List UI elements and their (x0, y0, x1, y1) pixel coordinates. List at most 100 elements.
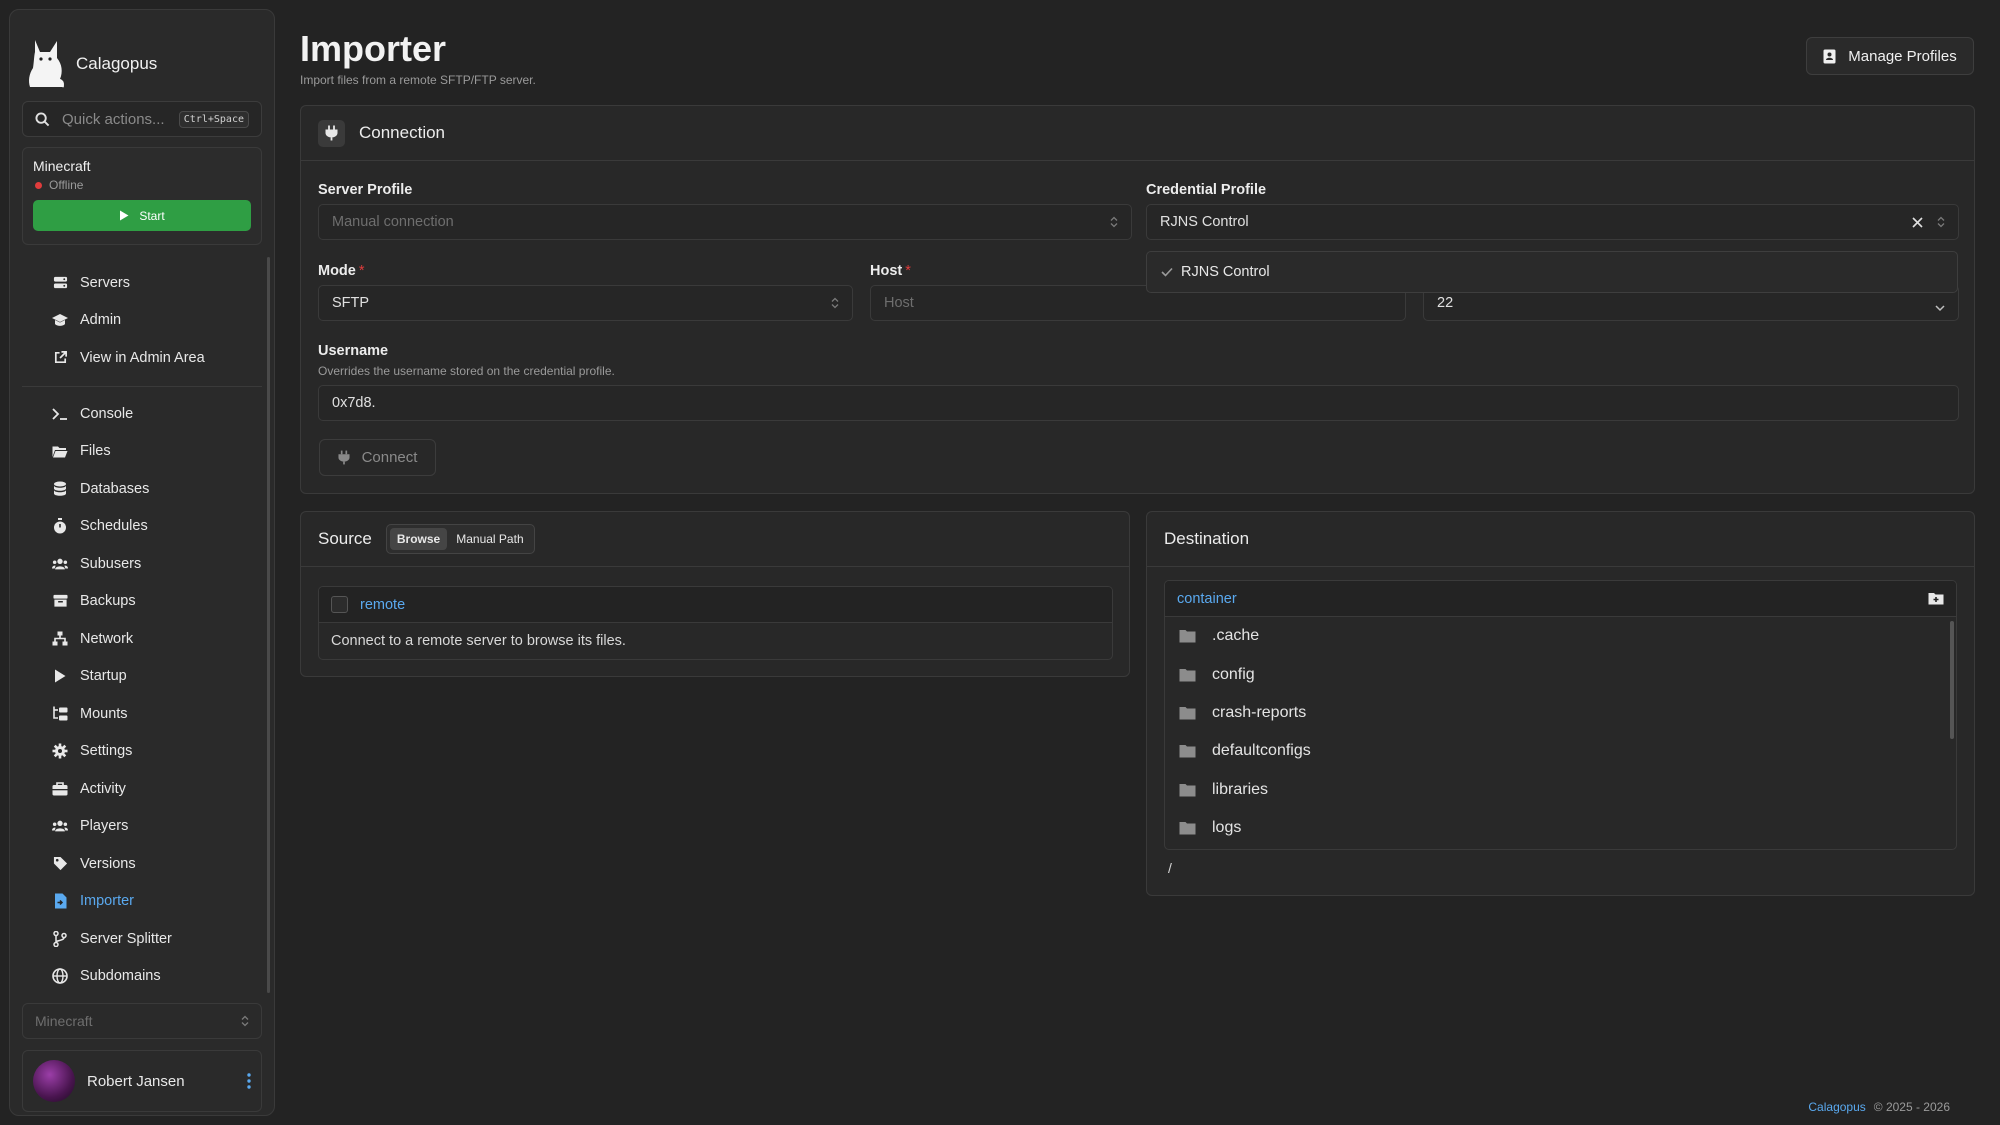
source-empty-message: Connect to a remote server to browse its… (331, 633, 626, 649)
chevron-down-icon[interactable] (1935, 304, 1945, 312)
footer: Calagopus © 2025 - 2026 (1808, 1100, 1950, 1114)
sidebar-scrollbar[interactable] (267, 257, 270, 993)
server-profile-select[interactable]: Manual connection (318, 204, 1132, 240)
credential-profile-select[interactable]: RJNS Control (1146, 204, 1959, 240)
clear-icon[interactable] (1912, 216, 1923, 228)
terminal-icon (52, 406, 68, 422)
chevron-updown-icon (241, 1015, 249, 1027)
play-icon (52, 668, 68, 684)
users-icon (52, 818, 68, 834)
profile-book-icon (1823, 49, 1836, 64)
folder-row[interactable]: crash-reports (1165, 694, 1956, 732)
chevron-updown-icon (1110, 216, 1118, 228)
port-value: 22 (1437, 295, 1454, 311)
source-title: Source (318, 529, 372, 548)
user-card[interactable]: Robert Jansen (22, 1050, 262, 1112)
sidebar-item-mounts[interactable]: Mounts (32, 695, 262, 733)
sidebar: Calagopus Quick actions... Ctrl+Space Mi… (9, 9, 275, 1116)
connect-button[interactable]: Connect (319, 439, 436, 476)
server-status: Offline (33, 178, 251, 192)
sidebar-item-settings[interactable]: Settings (32, 733, 262, 771)
server-select[interactable]: Minecraft (22, 1003, 262, 1039)
folder-icon (1179, 706, 1196, 720)
username-hint: Overrides the username stored on the cre… (318, 364, 615, 378)
destination-scrollbar[interactable] (1950, 621, 1954, 739)
dropdown-option[interactable]: RJNS Control (1181, 264, 1270, 280)
fox-logo-icon (26, 38, 66, 90)
tab-browse[interactable]: Browse (389, 528, 448, 550)
database-icon (52, 481, 68, 497)
source-file-browser: remote Connect to a remote server to bro… (318, 586, 1113, 660)
credential-profile-dropdown[interactable]: RJNS Control (1146, 251, 1958, 293)
quick-actions-search[interactable]: Quick actions... Ctrl+Space (22, 101, 262, 137)
sidebar-item-label: Files (80, 443, 111, 460)
sidebar-item-startup[interactable]: Startup (32, 658, 262, 696)
start-button[interactable]: Start (33, 200, 251, 231)
sidebar-item-label: Importer (80, 893, 134, 910)
folder-row[interactable]: .cache (1165, 617, 1956, 655)
sidebar-item-backups[interactable]: Backups (32, 583, 262, 621)
server-select-value: Minecraft (35, 1013, 93, 1029)
sidebar-item-label: Console (80, 405, 134, 422)
brand[interactable]: Calagopus (26, 34, 157, 94)
page-title: Importer (300, 28, 447, 69)
sidebar-item-importer[interactable]: Importer (32, 883, 262, 921)
user-name: Robert Jansen (87, 1072, 185, 1090)
mode-select[interactable]: SFTP (318, 285, 853, 321)
sidebar-item-server-splitter[interactable]: Server Splitter (32, 920, 262, 958)
destination-path: / (1168, 860, 1172, 876)
new-folder-icon[interactable] (1928, 592, 1944, 605)
play-icon (119, 210, 129, 221)
sidebar-item-label: Backups (80, 593, 136, 610)
search-icon (35, 111, 50, 127)
plug-icon (338, 450, 350, 465)
folder-row[interactable]: libraries (1165, 771, 1956, 809)
source-root-link[interactable]: remote (360, 597, 405, 613)
sidebar-item-files[interactable]: Files (32, 433, 262, 471)
sidebar-item-subusers[interactable]: Subusers (32, 545, 262, 583)
folder-list: .cache config crash-reports defaultconfi… (1165, 617, 1956, 847)
more-vertical-icon[interactable] (247, 1073, 251, 1089)
sidebar-item-versions[interactable]: Versions (32, 845, 262, 883)
destination-browser-header: container (1165, 581, 1956, 617)
plug-icon (318, 119, 345, 147)
sidebar-item-admin[interactable]: Admin (32, 302, 262, 340)
status-dot-icon (35, 181, 42, 189)
server-stack-icon (52, 275, 68, 291)
sidebar-item-label: Players (80, 818, 129, 835)
folder-row[interactable]: config (1165, 655, 1956, 693)
tab-manual-path[interactable]: Manual Path (449, 528, 530, 550)
sidebar-item-label: Activity (80, 780, 126, 797)
select-all-checkbox[interactable] (331, 596, 348, 613)
sidebar-item-servers[interactable]: Servers (32, 264, 262, 302)
sidebar-item-label: Versions (80, 855, 136, 872)
sidebar-item-schedules[interactable]: Schedules (32, 508, 262, 546)
chevron-updown-icon (1937, 216, 1945, 228)
archive-icon (52, 593, 68, 609)
sidebar-item-console[interactable]: Console (32, 395, 262, 433)
sidebar-item-view-admin[interactable]: View in Admin Area (32, 339, 262, 377)
connection-header: Connection (301, 106, 1974, 161)
folder-row[interactable]: logs (1165, 809, 1956, 847)
destination-root-link[interactable]: container (1177, 591, 1237, 607)
connection-card: Connection Server Profile Manual connect… (300, 105, 1975, 494)
source-mode-toggle: Browse Manual Path (385, 524, 535, 554)
folder-row[interactable]: defaultconfigs (1165, 732, 1956, 770)
sidebar-item-databases[interactable]: Databases (32, 470, 262, 508)
check-icon (1161, 267, 1173, 277)
sidebar-item-players[interactable]: Players (32, 808, 262, 846)
sidebar-item-subdomains[interactable]: Subdomains (32, 958, 262, 996)
folder-open-icon (52, 443, 68, 459)
sidebar-item-network[interactable]: Network (32, 620, 262, 658)
credential-profile-value: RJNS Control (1160, 214, 1249, 230)
folder-name: logs (1212, 819, 1242, 837)
sidebar-item-activity[interactable]: Activity (32, 770, 262, 808)
username-input[interactable]: 0x7d8. (318, 385, 1959, 421)
source-browser-header: remote (319, 587, 1112, 623)
folder-icon (1179, 744, 1196, 758)
nav-top: Servers Admin View in Admin Area (32, 264, 262, 377)
footer-brand-link[interactable]: Calagopus (1808, 1100, 1865, 1114)
external-link-icon (52, 350, 68, 366)
gear-icon (52, 743, 68, 759)
manage-profiles-button[interactable]: Manage Profiles (1806, 37, 1974, 75)
